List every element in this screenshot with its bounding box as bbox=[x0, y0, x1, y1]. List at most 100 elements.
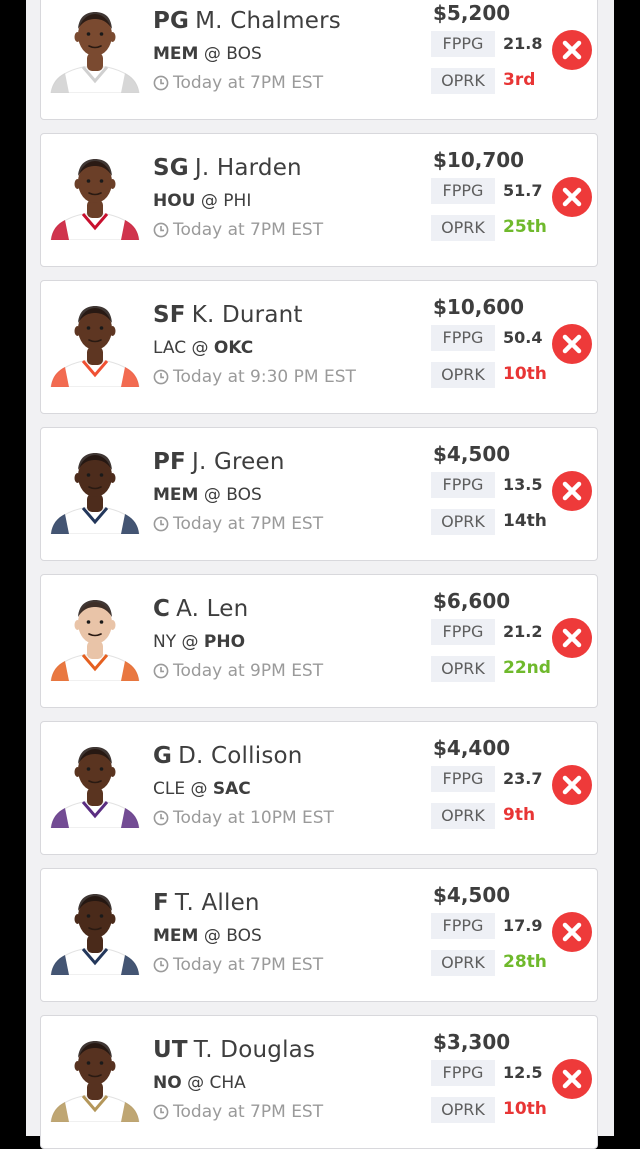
player-card[interactable]: SF K. Durant LAC @ OKC Today at 9:30 PM E… bbox=[40, 280, 598, 414]
player-card[interactable]: C A. Len NY @ PHO Today at 9PM EST $6,600… bbox=[40, 574, 598, 708]
clock-icon bbox=[153, 810, 169, 831]
salary: $3,300 bbox=[433, 1030, 511, 1054]
player-name-line: SG J. Harden bbox=[153, 155, 302, 181]
player-name: T. Douglas bbox=[193, 1037, 316, 1063]
player-position: SF bbox=[153, 302, 186, 328]
player-position: PF bbox=[153, 449, 186, 475]
game-time-line: Today at 9PM EST bbox=[153, 661, 323, 684]
fppg-value: 12.5 bbox=[503, 1063, 543, 1082]
at-symbol: @ bbox=[181, 632, 199, 652]
at-symbol: @ bbox=[190, 779, 208, 799]
player-avatar bbox=[49, 295, 141, 387]
player-name: A. Len bbox=[176, 596, 249, 622]
remove-player-button[interactable] bbox=[552, 765, 592, 805]
fppg-value: 21.2 bbox=[503, 622, 543, 641]
game-time: Today at 7PM EST bbox=[173, 73, 324, 93]
salary: $5,200 bbox=[433, 1, 511, 25]
home-team: BOS bbox=[226, 44, 262, 64]
oprk-label: OPRK bbox=[431, 950, 495, 976]
game-time: Today at 7PM EST bbox=[173, 955, 324, 975]
clock-icon bbox=[153, 369, 169, 390]
close-icon bbox=[562, 334, 582, 354]
player-card[interactable]: UT T. Douglas NO @ CHA Today at 7PM EST $… bbox=[40, 1015, 598, 1149]
player-card[interactable]: PG M. Chalmers MEM @ BOS Today at 7PM EST… bbox=[40, 0, 598, 120]
oprk-label: OPRK bbox=[431, 656, 495, 682]
game-time: Today at 7PM EST bbox=[173, 514, 324, 534]
player-name-line: PG M. Chalmers bbox=[153, 8, 341, 34]
matchup: NO @ CHA bbox=[153, 1073, 246, 1093]
remove-player-button[interactable] bbox=[552, 30, 592, 70]
oprk-value: 25th bbox=[503, 217, 547, 237]
player-card[interactable]: PF J. Green MEM @ BOS Today at 7PM EST $4… bbox=[40, 427, 598, 561]
clock-icon bbox=[153, 1104, 169, 1125]
home-team: PHI bbox=[223, 191, 252, 211]
away-team: LAC bbox=[153, 338, 187, 358]
remove-player-button[interactable] bbox=[552, 1059, 592, 1099]
matchup: MEM @ BOS bbox=[153, 926, 262, 946]
away-team: NO bbox=[153, 1073, 182, 1093]
fppg-value: 50.4 bbox=[503, 328, 543, 347]
player-card[interactable]: F T. Allen MEM @ BOS Today at 7PM EST $4,… bbox=[40, 868, 598, 1002]
fppg-label: FPPG bbox=[431, 1060, 495, 1086]
player-name: T. Allen bbox=[174, 890, 260, 916]
game-time: Today at 9:30 PM EST bbox=[173, 367, 356, 387]
fppg-label: FPPG bbox=[431, 913, 495, 939]
at-symbol: @ bbox=[203, 485, 221, 505]
clock-icon bbox=[153, 75, 169, 96]
away-team: MEM bbox=[153, 485, 199, 505]
player-name: K. Durant bbox=[191, 302, 303, 328]
fppg-label: FPPG bbox=[431, 31, 495, 57]
remove-player-button[interactable] bbox=[552, 471, 592, 511]
salary: $4,400 bbox=[433, 736, 511, 760]
fppg-value: 13.5 bbox=[503, 475, 543, 494]
player-avatar bbox=[49, 589, 141, 681]
home-team: OKC bbox=[213, 338, 254, 358]
clock-icon bbox=[153, 957, 169, 978]
player-card[interactable]: G D. Collison CLE @ SAC Today at 10PM EST… bbox=[40, 721, 598, 855]
remove-player-button[interactable] bbox=[552, 618, 592, 658]
player-position: PG bbox=[153, 8, 190, 34]
remove-player-button[interactable] bbox=[552, 324, 592, 364]
home-team: CHA bbox=[209, 1073, 246, 1093]
player-name-line: C A. Len bbox=[153, 596, 248, 622]
fppg-label: FPPG bbox=[431, 619, 495, 645]
fppg-value: 23.7 bbox=[503, 769, 543, 788]
player-name: M. Chalmers bbox=[195, 8, 341, 34]
game-time: Today at 7PM EST bbox=[173, 1102, 324, 1122]
matchup: MEM @ BOS bbox=[153, 485, 262, 505]
player-name: J. Green bbox=[191, 449, 285, 475]
remove-player-button[interactable] bbox=[552, 912, 592, 952]
remove-player-button[interactable] bbox=[552, 177, 592, 217]
salary: $10,700 bbox=[433, 148, 525, 172]
oprk-value: 22nd bbox=[503, 658, 551, 678]
close-icon bbox=[562, 922, 582, 942]
fppg-label: FPPG bbox=[431, 325, 495, 351]
game-time: Today at 7PM EST bbox=[173, 220, 324, 240]
player-name-line: PF J. Green bbox=[153, 449, 285, 475]
close-icon bbox=[562, 1069, 582, 1089]
at-symbol: @ bbox=[203, 44, 221, 64]
player-position: SG bbox=[153, 155, 189, 181]
matchup: NY @ PHO bbox=[153, 632, 245, 652]
close-icon bbox=[562, 775, 582, 795]
player-name: D. Collison bbox=[178, 743, 303, 769]
player-avatar bbox=[49, 883, 141, 975]
player-avatar bbox=[49, 1, 141, 93]
player-position: C bbox=[153, 596, 171, 622]
salary: $4,500 bbox=[433, 442, 511, 466]
home-team: BOS bbox=[226, 485, 262, 505]
game-time-line: Today at 7PM EST bbox=[153, 1102, 323, 1125]
oprk-value: 14th bbox=[503, 511, 547, 531]
game-time-line: Today at 7PM EST bbox=[153, 955, 323, 978]
fppg-value: 17.9 bbox=[503, 916, 543, 935]
oprk-value: 10th bbox=[503, 1099, 547, 1119]
player-name-line: G D. Collison bbox=[153, 743, 303, 769]
game-time-line: Today at 7PM EST bbox=[153, 73, 323, 96]
player-name-line: UT T. Douglas bbox=[153, 1037, 315, 1063]
player-card[interactable]: SG J. Harden HOU @ PHI Today at 7PM EST $… bbox=[40, 133, 598, 267]
oprk-label: OPRK bbox=[431, 362, 495, 388]
oprk-value: 9th bbox=[503, 805, 536, 825]
close-icon bbox=[562, 628, 582, 648]
away-team: NY bbox=[153, 632, 177, 652]
player-avatar bbox=[49, 736, 141, 828]
